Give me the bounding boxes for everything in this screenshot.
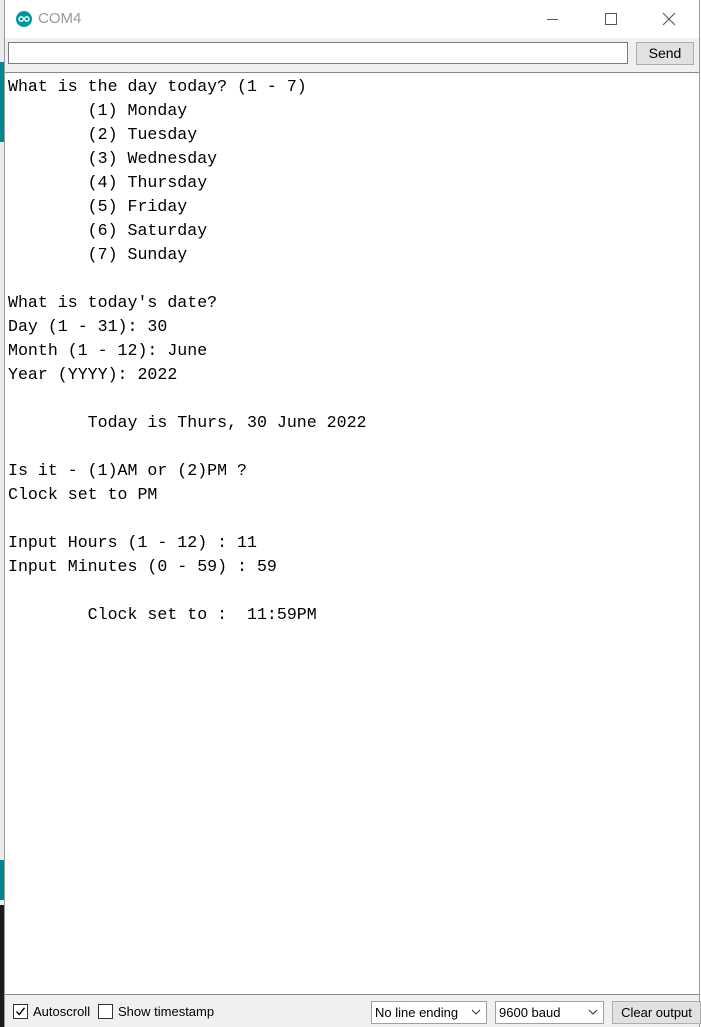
output-line: Is it - (1)AM or (2)PM ? [8, 461, 247, 480]
window-title: COM4 [38, 10, 82, 27]
title-bar[interactable]: COM4 [5, 0, 699, 38]
output-line: Year (YYYY): 2022 [8, 365, 178, 384]
minimize-button[interactable] [524, 0, 582, 38]
line-ending-select[interactable]: No line ending [371, 1001, 487, 1024]
bottom-toolbar: Autoscroll Show timestamp No line ending… [5, 996, 701, 1027]
show-timestamp-checkbox[interactable] [98, 1004, 113, 1019]
clear-output-button[interactable]: Clear output [612, 1001, 701, 1024]
chevron-down-icon [471, 1009, 481, 1015]
output-line: Clock set to PM [8, 485, 158, 504]
baud-rate-value: 9600 baud [499, 1005, 561, 1020]
output-line: (3) Wednesday [8, 149, 218, 168]
output-line: (6) Saturday [8, 221, 208, 240]
output-line: Month (1 - 12): June [8, 341, 208, 360]
output-line: Input Minutes (0 - 59) : 59 [8, 557, 277, 576]
output-line: (2) Tuesday [8, 125, 198, 144]
baud-rate-select[interactable]: 9600 baud [495, 1001, 604, 1024]
close-icon [662, 12, 676, 26]
output-line: What is today's date? [8, 293, 218, 312]
output-line: Today is Thurs, 30 June 2022 [8, 413, 367, 432]
checkmark-icon [15, 1007, 26, 1016]
output-line: (1) Monday [8, 101, 188, 120]
output-line: What is the day today? (1 - 7) [8, 77, 307, 96]
output-line: Day (1 - 31): 30 [8, 317, 168, 336]
send-button[interactable]: Send [636, 42, 694, 65]
output-line: (7) Sunday [8, 245, 188, 264]
serial-monitor-window: COM4 Send What is the day today? (1 - 7)… [4, 0, 701, 1027]
show-timestamp-label[interactable]: Show timestamp [118, 1004, 214, 1020]
autoscroll-checkbox[interactable] [13, 1004, 28, 1019]
output-line: Clock set to : 11:59PM [8, 605, 317, 624]
send-row: Send [5, 38, 699, 72]
arduino-icon [16, 11, 32, 27]
maximize-button[interactable] [582, 0, 640, 38]
maximize-icon [605, 13, 617, 25]
autoscroll-label[interactable]: Autoscroll [33, 1004, 90, 1020]
output-line: (4) Thursday [8, 173, 208, 192]
chevron-down-icon [588, 1009, 598, 1015]
line-ending-value: No line ending [375, 1005, 459, 1020]
minimize-icon [547, 19, 558, 20]
serial-send-input[interactable] [8, 42, 628, 64]
output-line: Input Hours (1 - 12) : 11 [8, 533, 257, 552]
close-button[interactable] [640, 0, 698, 38]
output-line: (5) Friday [8, 197, 188, 216]
serial-output-area[interactable]: What is the day today? (1 - 7) (1) Monda… [5, 72, 699, 995]
